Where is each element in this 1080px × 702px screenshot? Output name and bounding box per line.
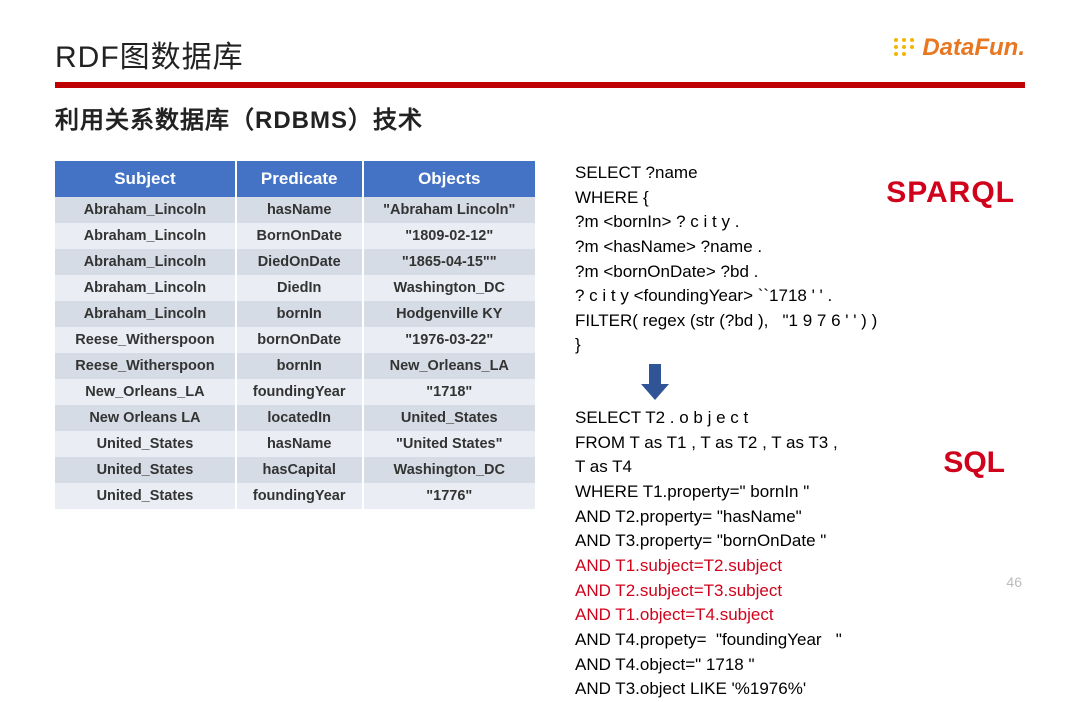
code-line: AND T3.property= "bornOnDate " xyxy=(575,529,1025,554)
table-cell: "1776" xyxy=(363,483,535,509)
table-cell: Abraham_Lincoln xyxy=(55,301,236,327)
table-cell: Abraham_Lincoln xyxy=(55,223,236,249)
brand-logo: DataFun. xyxy=(892,34,1025,62)
table-cell: foundingYear xyxy=(236,379,363,405)
table-header: Objects xyxy=(363,161,535,197)
table-cell: "1976-03-22" xyxy=(363,327,535,353)
table-row: Reese_WitherspoonbornOnDate"1976-03-22" xyxy=(55,327,535,353)
table-cell: BornOnDate xyxy=(236,223,363,249)
table-cell: Reese_Witherspoon xyxy=(55,327,236,353)
table-cell: "United States" xyxy=(363,431,535,457)
table-cell: Washington_DC xyxy=(363,275,535,301)
table-cell: United_States xyxy=(55,483,236,509)
sparql-label: SPARQL xyxy=(886,171,1015,215)
table-cell: DiedIn xyxy=(236,275,363,301)
page-number: 46 xyxy=(1006,574,1022,590)
table-cell: locatedIn xyxy=(236,405,363,431)
table-row: United_StateshasName"United States" xyxy=(55,431,535,457)
table-cell: hasName xyxy=(236,197,363,223)
rdf-table: SubjectPredicateObjects Abraham_Lincolnh… xyxy=(55,161,535,509)
table-cell: hasName xyxy=(236,431,363,457)
title-underline xyxy=(55,82,1025,88)
table-cell: "1809-02-12" xyxy=(363,223,535,249)
table-cell: bornOnDate xyxy=(236,327,363,353)
code-line: SELECT T2 . o b j e c t xyxy=(575,406,1025,431)
code-line: ? c i t y <foundingYear> ``1718 ' ' . xyxy=(575,284,1025,309)
table-cell: hasCapital xyxy=(236,457,363,483)
code-line: } xyxy=(575,333,1025,358)
table-cell: New_Orleans_LA xyxy=(55,379,236,405)
logo-text: DataFun. xyxy=(922,34,1025,61)
table-row: New Orleans LAlocatedInUnited_States xyxy=(55,405,535,431)
table-cell: Abraham_Lincoln xyxy=(55,249,236,275)
arrow-down-icon xyxy=(635,362,1025,402)
table-cell: "Abraham Lincoln" xyxy=(363,197,535,223)
table-row: Reese_WitherspoonbornInNew_Orleans_LA xyxy=(55,353,535,379)
table-row: United_StatesfoundingYear"1776" xyxy=(55,483,535,509)
table-cell: Abraham_Lincoln xyxy=(55,275,236,301)
table-cell: Abraham_Lincoln xyxy=(55,197,236,223)
table-cell: United_States xyxy=(363,405,535,431)
slide-subtitle: 利用关系数据库（RDBMS）技术 xyxy=(55,100,1025,135)
code-line: AND T1.subject=T2.subject xyxy=(575,554,1025,579)
table-row: New_Orleans_LAfoundingYear"1718" xyxy=(55,379,535,405)
table-cell: Reese_Witherspoon xyxy=(55,353,236,379)
table-cell: Hodgenville KY xyxy=(363,301,535,327)
code-line: ?m <hasName> ?name . xyxy=(575,235,1025,260)
table-cell: foundingYear xyxy=(236,483,363,509)
table-row: Abraham_LincolnhasName"Abraham Lincoln" xyxy=(55,197,535,223)
table-cell: Washington_DC xyxy=(363,457,535,483)
table-cell: bornIn xyxy=(236,353,363,379)
table-cell: bornIn xyxy=(236,301,363,327)
sql-label: SQL xyxy=(943,441,1005,485)
table-cell: United_States xyxy=(55,431,236,457)
table-cell: New Orleans LA xyxy=(55,405,236,431)
table-header: Predicate xyxy=(236,161,363,197)
table-row: Abraham_LincolnbornInHodgenville KY xyxy=(55,301,535,327)
code-line: FILTER( regex (str (?bd ), "1 9 7 6 ' ' … xyxy=(575,309,1025,334)
code-line: AND T2.property= "hasName" xyxy=(575,505,1025,530)
code-line: AND T2.subject=T3.subject xyxy=(575,579,1025,604)
table-cell: "1718" xyxy=(363,379,535,405)
code-line: AND T4.propety= "foundingYear " xyxy=(575,628,1025,653)
table-cell: DiedOnDate xyxy=(236,249,363,275)
table-row: Abraham_LincolnBornOnDate"1809-02-12" xyxy=(55,223,535,249)
slide-title: RDF图数据库 xyxy=(55,32,1025,76)
table-row: United_StateshasCapitalWashington_DC xyxy=(55,457,535,483)
table-row: Abraham_LincolnDiedInWashington_DC xyxy=(55,275,535,301)
code-line: ?m <bornOnDate> ?bd . xyxy=(575,260,1025,285)
table-cell: United_States xyxy=(55,457,236,483)
table-cell: New_Orleans_LA xyxy=(363,353,535,379)
table-cell: "1865-04-15"" xyxy=(363,249,535,275)
code-line: AND T1.object=T4.subject xyxy=(575,603,1025,628)
table-row: Abraham_LincolnDiedOnDate"1865-04-15"" xyxy=(55,249,535,275)
code-line: AND T4.object=" 1718 " xyxy=(575,653,1025,678)
code-line: AND T3.object LIKE '%1976%' xyxy=(575,677,1025,702)
table-header: Subject xyxy=(55,161,236,197)
logo-dots-icon xyxy=(892,36,920,58)
